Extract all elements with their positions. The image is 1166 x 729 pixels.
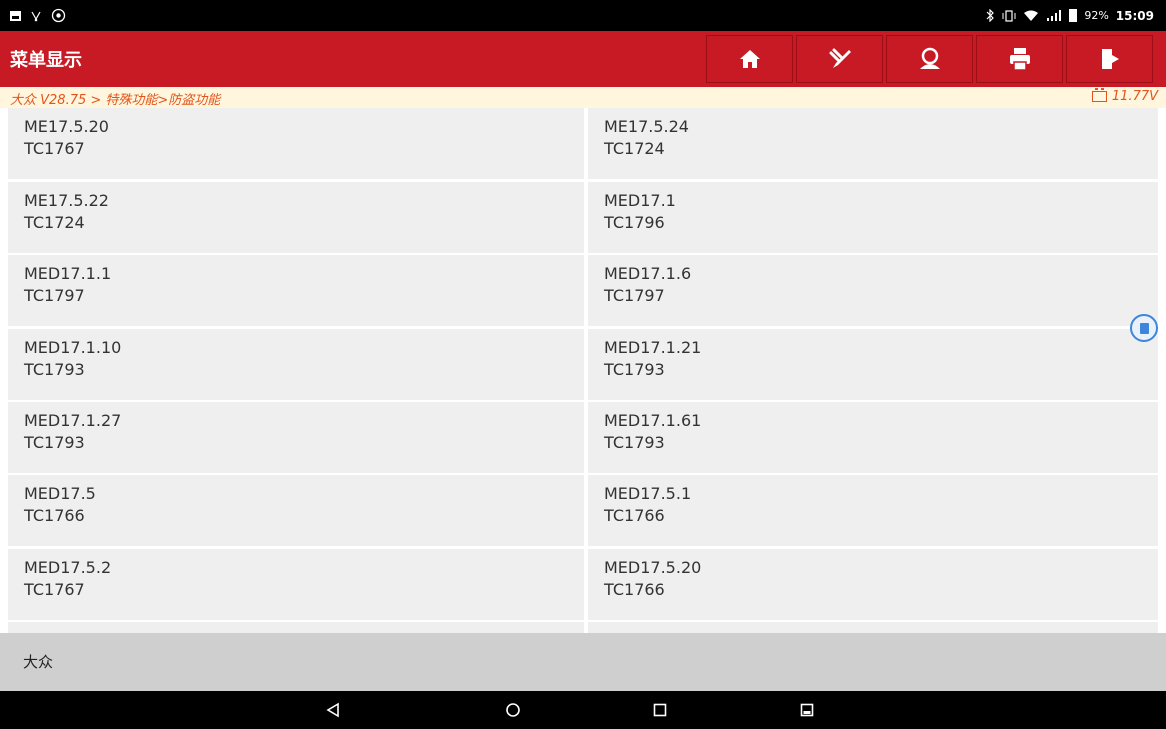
- title-bar: 菜单显示: [0, 31, 1166, 87]
- navigation-bar: [0, 691, 1166, 729]
- breadcrumb: 大众 V28.75 > 特殊功能>防盗功能 11.77V: [0, 87, 1166, 108]
- menu-item-subtitle: TC1793: [24, 433, 85, 452]
- menu-item-subtitle: TC1766: [604, 580, 665, 599]
- menu-item[interactable]: MED17.1 TC1796: [588, 182, 1158, 253]
- support-icon: [919, 47, 940, 69]
- diagnose-button[interactable]: [796, 35, 883, 83]
- menu-item-title: MED17.5: [24, 484, 96, 503]
- battery-percent: 92%: [1084, 9, 1109, 22]
- menu-item-subtitle: TC1724: [24, 213, 85, 232]
- car-battery-icon: [1091, 88, 1107, 102]
- menu-item-title: MED17.5.2: [24, 558, 112, 577]
- menu-item-title: MED17.1: [604, 191, 676, 210]
- menu-item-subtitle: TC1766: [24, 506, 85, 525]
- page-title: 菜单显示: [10, 50, 82, 71]
- home-icon: [739, 50, 760, 68]
- menu-item[interactable]: MED17.1.27 TC1793: [8, 402, 584, 473]
- menu-item[interactable]: MED17.5.1 TC1766: [588, 475, 1158, 546]
- menu-item-title: MED17.1.10: [24, 338, 122, 357]
- back-button[interactable]: [313, 691, 353, 729]
- diagnose-icon: [829, 48, 851, 68]
- menu-item-title: ME17.5.24: [604, 117, 689, 136]
- breadcrumb-path: 大众 V28.75 > 特殊功能>防盗功能: [10, 93, 221, 108]
- menu-item-title: MED17.1.21: [604, 338, 702, 357]
- bluetooth-icon: [986, 9, 995, 22]
- clock: 15:09: [1115, 8, 1154, 23]
- menu-item[interactable]: ME17.5.20 TC1767: [8, 108, 584, 179]
- toolbar: [706, 35, 1153, 83]
- status-bar-right: 92% 15:09: [986, 0, 1154, 31]
- floating-notes-button[interactable]: [1130, 314, 1158, 342]
- notes-icon: [1139, 322, 1149, 334]
- signal-icon: [1047, 10, 1062, 21]
- support-button[interactable]: [886, 35, 973, 83]
- menu-item-subtitle: TC1793: [604, 360, 665, 379]
- menu-item[interactable]: MED17.1.10 TC1793: [8, 329, 584, 400]
- status-bar-left: [10, 0, 66, 31]
- image-icon: [10, 10, 21, 21]
- usb-icon: [31, 11, 41, 21]
- back-icon: [326, 702, 339, 718]
- footer-bar: 大众: [0, 633, 1166, 691]
- menu-item[interactable]: MED17.1.21 TC1793: [588, 329, 1158, 400]
- menu-item[interactable]: ME17.5.22 TC1724: [8, 182, 584, 253]
- menu-item-title: ME17.5.22: [24, 191, 109, 210]
- wifi-icon: [1024, 10, 1039, 21]
- menu-item-subtitle: TC1797: [604, 286, 665, 305]
- home-button[interactable]: [706, 35, 793, 83]
- menu-item-subtitle: TC1796: [604, 213, 665, 232]
- menu-grid: ME17.5.20 TC1767 ME17.5.24 TC1724 ME17.5.2…: [8, 108, 1158, 633]
- footer-label: 大众: [23, 653, 54, 671]
- menu-item[interactable]: MED17.1.61 TC1793: [588, 402, 1158, 473]
- menu-item-title: ME17.5.20: [24, 117, 109, 136]
- menu-item[interactable]: MED17.5.20 TC1766: [588, 549, 1158, 620]
- exit-button[interactable]: [1066, 35, 1153, 83]
- menu-item-title: MED17.1.27: [24, 411, 122, 430]
- menu-item[interactable]: MED17.1.6 TC1797: [588, 255, 1158, 326]
- menu-item-subtitle: TC1793: [24, 360, 85, 379]
- screenshot-icon: [800, 703, 814, 717]
- exit-icon: [1101, 49, 1119, 69]
- print-icon: [1009, 48, 1030, 71]
- menu-item[interactable]: MED17.5 TC1766: [8, 475, 584, 546]
- settings-cog-icon: [51, 8, 66, 23]
- menu-item[interactable]: MED17.1.1 TC1797: [8, 255, 584, 326]
- home-circle-icon: [506, 703, 520, 717]
- screenshot-button[interactable]: [787, 691, 827, 729]
- menu-item-subtitle: TC1766: [604, 506, 665, 525]
- status-bar: 92% 15:09: [0, 0, 1166, 31]
- menu-item-title: MED17.1.1: [24, 264, 112, 283]
- menu-item-title: MED17.1.61: [604, 411, 702, 430]
- menu-item[interactable]: [588, 622, 1158, 633]
- home-nav-button[interactable]: [493, 691, 533, 729]
- menu-item-title: MED17.5.1: [604, 484, 692, 503]
- menu-item-title: MED17.1.6: [604, 264, 692, 283]
- battery-icon: [1069, 9, 1078, 22]
- menu-item[interactable]: MED17.5.2 TC1767: [8, 549, 584, 620]
- menu-item[interactable]: [8, 622, 584, 633]
- menu-item[interactable]: ME17.5.24 TC1724: [588, 108, 1158, 179]
- voltage-value: 11.77V: [1111, 89, 1158, 104]
- menu-item-subtitle: TC1724: [604, 139, 665, 158]
- recents-icon: [653, 703, 667, 717]
- menu-item-subtitle: TC1767: [24, 580, 85, 599]
- menu-item-subtitle: TC1767: [24, 139, 85, 158]
- print-button[interactable]: [976, 35, 1063, 83]
- voltage-indicator: 11.77V: [1091, 88, 1158, 104]
- menu-item-title: MED17.5.20: [604, 558, 702, 577]
- recents-button[interactable]: [640, 691, 680, 729]
- vibrate-icon: [1002, 9, 1016, 22]
- menu-item-subtitle: TC1797: [24, 286, 85, 305]
- menu-item-subtitle: TC1793: [604, 433, 665, 452]
